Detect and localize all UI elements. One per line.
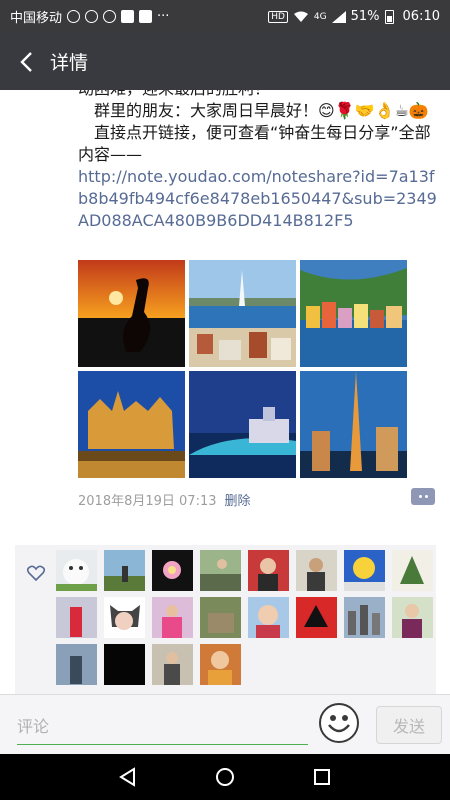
- post-meta: 2018年8月19日 07:13 删除: [78, 490, 251, 509]
- image-grid: [78, 260, 408, 482]
- photo-thumbnail[interactable]: [300, 260, 407, 367]
- avatar[interactable]: [200, 644, 241, 685]
- photo-thumbnail[interactable]: [300, 371, 407, 478]
- avatar[interactable]: [392, 550, 433, 591]
- avatar[interactable]: [104, 597, 145, 638]
- avatar[interactable]: [200, 597, 241, 638]
- avatar[interactable]: [152, 644, 193, 685]
- comment-bar: 发送: [0, 694, 450, 754]
- system-nav-bar: [0, 754, 450, 800]
- photo-thumbnail[interactable]: [189, 260, 296, 367]
- recents-square-icon[interactable]: [312, 767, 332, 787]
- post-line: 直接点开链接，便可查看“钟奋生每日分享”全部内容——: [78, 123, 431, 164]
- avatar[interactable]: [392, 597, 433, 638]
- post-line: 群里的朋友：大家周日早晨好！😊🌹🤝👌☕🎃: [94, 101, 429, 120]
- post-detail: 动困难，迎来最后的胜利！ 群里的朋友：大家周日早晨好！😊🌹🤝👌☕🎃 直接点开链接…: [0, 90, 450, 694]
- comment-input[interactable]: [17, 709, 308, 745]
- avatar[interactable]: [56, 644, 97, 685]
- app-square-icon: [121, 10, 135, 23]
- post-link[interactable]: http://note.youdao.com/noteshare?id=7a13…: [78, 166, 438, 232]
- emoji-button[interactable]: [319, 703, 359, 743]
- avatar[interactable]: [296, 597, 337, 638]
- delete-link[interactable]: 删除: [225, 490, 251, 509]
- carrier-label: 中国移动: [10, 11, 63, 26]
- notification-icon: [67, 10, 81, 23]
- avatar[interactable]: [56, 550, 97, 591]
- photo-thumbnail[interactable]: [78, 371, 185, 478]
- nav-bar: 详情: [0, 33, 450, 90]
- avatar[interactable]: [344, 597, 385, 638]
- smiley-icon: [328, 715, 350, 733]
- signal-icon: [331, 10, 346, 23]
- avatar[interactable]: [248, 550, 289, 591]
- avatar[interactable]: [104, 550, 145, 591]
- clock: 06:10: [402, 9, 440, 24]
- avatar[interactable]: [152, 597, 193, 638]
- hd-badge: HD: [268, 10, 288, 23]
- photo-thumbnail[interactable]: [78, 260, 185, 367]
- page-title: 详情: [50, 52, 89, 74]
- more-notifications-icon: ···: [157, 9, 170, 24]
- app-icon: [103, 10, 117, 23]
- wifi-icon: [293, 11, 308, 22]
- app-square-icon: [139, 10, 153, 23]
- avatar[interactable]: [248, 597, 289, 638]
- battery-icon: [384, 9, 394, 24]
- network-type: 4G: [313, 11, 327, 22]
- battery-percent: 51%: [350, 9, 380, 24]
- avatar[interactable]: [104, 644, 145, 685]
- message-icon: [85, 10, 99, 23]
- home-circle-icon[interactable]: [215, 767, 235, 787]
- avatar[interactable]: [200, 550, 241, 591]
- send-button[interactable]: 发送: [376, 706, 442, 744]
- likes-panel: [15, 545, 436, 694]
- status-bar: 中国移动 ··· HD 4G 51% 06:10: [0, 0, 450, 33]
- avatar[interactable]: [152, 550, 193, 591]
- post-timestamp: 2018年8月19日 07:13: [78, 494, 217, 509]
- post-text: 动困难，迎来最后的胜利！ 群里的朋友：大家周日早晨好！😊🌹🤝👌☕🎃 直接点开链接…: [78, 90, 438, 232]
- back-icon[interactable]: [6, 33, 46, 90]
- comment-menu-icon[interactable]: [411, 488, 435, 505]
- post-line: 动困难，迎来最后的胜利！: [78, 90, 438, 100]
- avatar[interactable]: [56, 597, 97, 638]
- photo-thumbnail[interactable]: [189, 371, 296, 478]
- back-triangle-icon[interactable]: [118, 767, 138, 787]
- avatar[interactable]: [296, 550, 337, 591]
- heart-icon: [27, 565, 45, 581]
- avatar[interactable]: [344, 550, 385, 591]
